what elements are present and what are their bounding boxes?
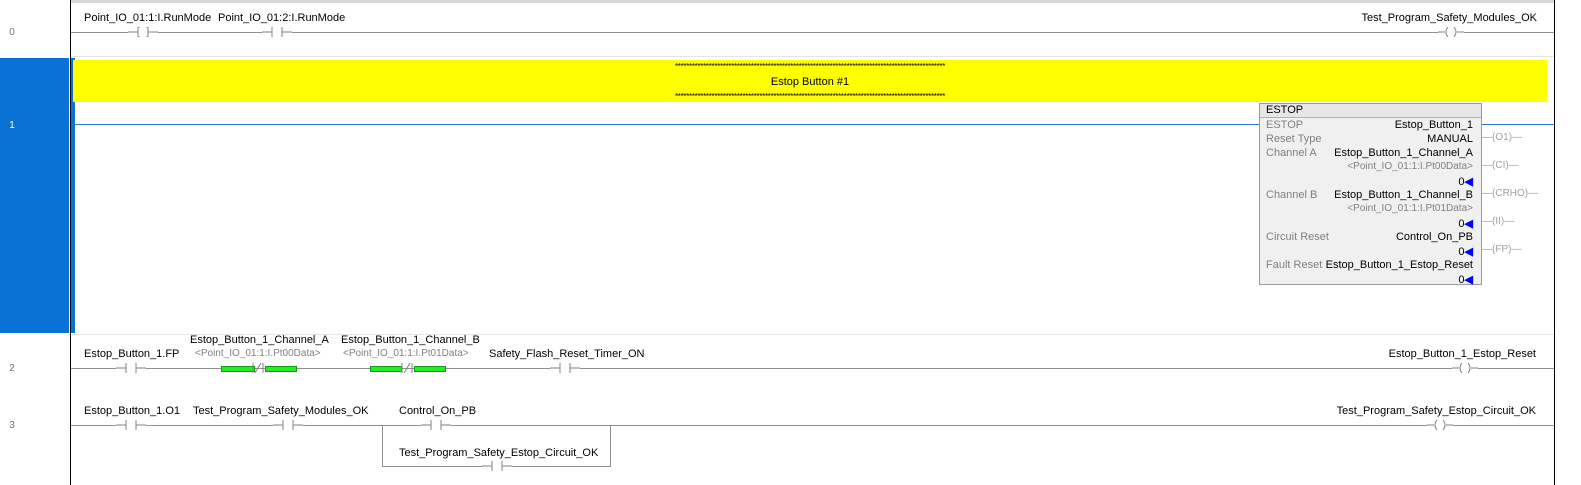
right-power-rail <box>1554 0 1555 485</box>
pin-name: FP <box>1495 244 1509 255</box>
fb-data-value: 0◀ <box>1458 245 1473 258</box>
ote-coil[interactable] <box>1438 27 1464 37</box>
pin-name: CRHO <box>1495 188 1525 199</box>
fb-data-value: 0◀ <box>1458 175 1473 188</box>
contact-tag[interactable]: Control_On_PB <box>399 405 476 417</box>
xic-contact[interactable] <box>550 363 580 373</box>
fb-data-value: 0◀ <box>1458 273 1473 286</box>
fb-value[interactable]: Estop_Button_1_Channel_B <box>1334 189 1473 201</box>
xic-contact[interactable] <box>128 27 158 37</box>
rung-number[interactable]: 1 <box>0 120 24 131</box>
ote-coil[interactable] <box>1452 363 1478 373</box>
fb-output-pin: —(CRHO)— <box>1482 188 1539 199</box>
fb-output-pin: —(II)— <box>1482 216 1515 227</box>
contact-tag[interactable]: Estop_Button_1_Channel_B <box>341 334 480 346</box>
contact-tag[interactable]: Test_Program_Safety_Estop_Circuit_OK <box>399 447 598 459</box>
fb-value[interactable]: Control_On_PB <box>1396 231 1473 243</box>
contact-tag[interactable]: Estop_Button_1.O1 <box>84 405 180 417</box>
pin-name: II <box>1495 216 1501 227</box>
contact-tag[interactable]: Estop_Button_1.FP <box>84 348 179 360</box>
fb-data-value: 0◀ <box>1458 217 1473 230</box>
data-arrow-icon: ◀ <box>1464 218 1473 230</box>
xic-contact[interactable] <box>273 420 303 430</box>
fb-row-channel-b: Channel B Estop_Button_1_Channel_B <Poin… <box>1266 189 1473 231</box>
xic-contact[interactable] <box>421 420 451 430</box>
contact-tag[interactable]: Point_IO_01:2:I.RunMode <box>218 12 345 24</box>
fb-value[interactable]: Estop_Button_1_Channel_A <box>1334 147 1473 159</box>
data-arrow-icon: ◀ <box>1464 274 1473 286</box>
fb-label: Fault Reset <box>1266 259 1323 271</box>
xio-contact[interactable] <box>248 363 278 373</box>
contact-tag[interactable]: Estop_Button_1_Channel_A <box>190 334 329 346</box>
fb-row-channel-a: Channel A Estop_Button_1_Channel_A <Poin… <box>1266 147 1473 189</box>
comment-text: Estop Button #1 <box>770 76 850 88</box>
xic-contact[interactable] <box>116 420 146 430</box>
rung-wire <box>71 32 1554 33</box>
top-status-strip <box>70 0 1554 3</box>
fb-alias: <Point_IO_01:1:I.Pt01Data> <box>1347 203 1473 214</box>
fb-label: Reset Type <box>1266 133 1322 145</box>
pin-name: O1 <box>1495 132 1509 143</box>
xic-contact[interactable] <box>482 461 512 471</box>
fb-label: Channel B <box>1266 189 1318 201</box>
fb-output-pin: —(CI)— <box>1482 160 1519 171</box>
rung-separator <box>71 56 1554 57</box>
estop-function-block[interactable]: ESTOP ESTOP Estop_Button_1 Reset Type MA… <box>1259 103 1482 287</box>
fb-label: Circuit Reset <box>1266 231 1329 243</box>
fb-label: ESTOP <box>1266 119 1304 131</box>
comment-stars-top: ****************************************… <box>674 62 946 71</box>
fb-value[interactable]: Estop_Button_1 <box>1395 119 1473 131</box>
rung-number[interactable]: 2 <box>0 363 24 374</box>
rung-selection-band[interactable] <box>0 58 70 333</box>
xio-contact[interactable] <box>397 363 427 373</box>
contact-alias: <Point_IO_01:1:I.Pt01Data> <box>343 348 469 359</box>
contact-alias: <Point_IO_01:1:I.Pt00Data> <box>195 348 321 359</box>
data-arrow-icon: ◀ <box>1464 246 1473 258</box>
fb-alias: <Point_IO_01:1:I.Pt00Data> <box>1347 161 1473 172</box>
pin-name: CI <box>1495 160 1506 171</box>
contact-tag[interactable]: Test_Program_Safety_Modules_OK <box>193 405 368 417</box>
xic-contact[interactable] <box>116 363 146 373</box>
coil-tag[interactable]: Estop_Button_1_Estop_Reset <box>1389 348 1536 360</box>
comment-stars-bottom: ****************************************… <box>674 92 946 101</box>
left-power-rail <box>70 0 71 485</box>
fb-value[interactable]: Estop_Button_1_Estop_Reset <box>1326 259 1473 271</box>
fb-row-circuit-reset: Circuit Reset Control_On_PB 0◀ <box>1266 231 1473 259</box>
function-block-title: ESTOP <box>1260 104 1481 118</box>
xic-contact[interactable] <box>262 27 292 37</box>
branch-right-leg <box>610 425 611 467</box>
branch-left-leg <box>382 425 383 467</box>
fb-output-pin: —(FP)— <box>1482 244 1522 255</box>
data-arrow-icon: ◀ <box>1464 176 1473 188</box>
rung-number[interactable]: 3 <box>0 420 24 431</box>
rung-wire <box>73 124 1259 125</box>
contact-tag[interactable]: Point_IO_01:1:I.RunMode <box>84 12 211 24</box>
fb-row-fault-reset: Fault Reset Estop_Button_1_Estop_Reset 0… <box>1266 259 1473 287</box>
fb-label: Channel A <box>1266 147 1317 159</box>
fb-value[interactable]: MANUAL <box>1427 133 1473 145</box>
rung-wire-right <box>1480 124 1554 125</box>
fb-row-estop: ESTOP Estop_Button_1 <box>1266 119 1473 133</box>
fb-row-reset-type: Reset Type MANUAL <box>1266 133 1473 147</box>
coil-tag[interactable]: Test_Program_Safety_Estop_Circuit_OK <box>1337 405 1536 417</box>
rung-comment[interactable]: ****************************************… <box>73 60 1547 102</box>
ote-coil[interactable] <box>1427 420 1453 430</box>
contact-tag[interactable]: Safety_Flash_Reset_Timer_ON <box>489 348 645 360</box>
coil-tag[interactable]: Test_Program_Safety_Modules_OK <box>1362 12 1537 24</box>
fb-output-pin: —(O1)— <box>1482 132 1523 143</box>
rung-number[interactable]: 0 <box>0 27 24 38</box>
